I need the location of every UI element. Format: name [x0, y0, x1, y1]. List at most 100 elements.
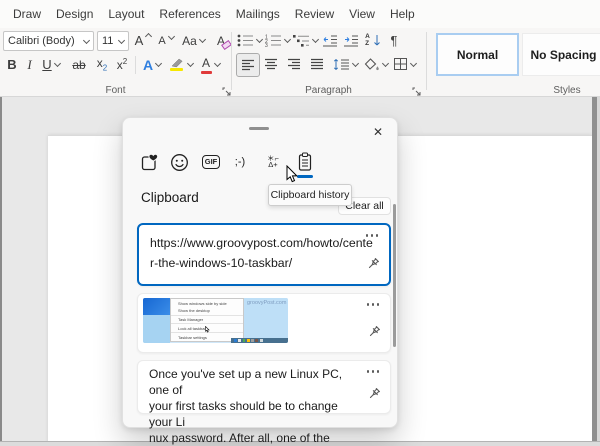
- tab-favorites[interactable]: [139, 149, 163, 175]
- shrink-font-icon: A: [158, 35, 165, 47]
- numbering-icon: 1 2 3: [265, 34, 282, 47]
- multilevel-list-icon: [293, 34, 310, 47]
- font-name-combobox[interactable]: Calibri (Body): [3, 31, 94, 51]
- menu-tab-mailings[interactable]: Mailings: [236, 7, 280, 21]
- font-color-button[interactable]: A: [197, 54, 223, 75]
- tab-kaomoji[interactable]: ;-): [228, 149, 252, 175]
- text-effects-button[interactable]: A: [139, 54, 165, 75]
- pin-icon: [367, 387, 381, 401]
- thumbnail-cursor-icon: [205, 326, 210, 333]
- more-options-button[interactable]: [367, 370, 380, 373]
- strikethrough-button[interactable]: ab: [68, 54, 90, 75]
- text-effects-icon: A: [143, 57, 153, 73]
- menu-tab-layout[interactable]: Layout: [108, 7, 144, 21]
- clipboard-item-text: https://www.groovypost.com/howto/cente r…: [139, 225, 389, 273]
- clipboard-item-url[interactable]: https://www.groovypost.com/howto/cente r…: [137, 223, 391, 286]
- smiley-icon: [170, 153, 189, 172]
- shrink-font-button[interactable]: A: [156, 30, 176, 51]
- thumbnail-window: [143, 298, 170, 315]
- chevron-down-icon: [118, 36, 125, 43]
- tab-emoji[interactable]: [167, 149, 191, 175]
- menu-tab-design[interactable]: Design: [56, 7, 93, 21]
- clipboard-icon: [297, 152, 313, 172]
- drag-handle[interactable]: [249, 127, 269, 130]
- justify-button[interactable]: [306, 53, 328, 75]
- clear-formatting-button[interactable]: A: [209, 30, 233, 51]
- clipboard-item-text-snippet[interactable]: Once you've set up a new Linux PC, one o…: [137, 360, 391, 414]
- subscript-icon: x2: [97, 56, 107, 72]
- caret-down-icon: [168, 33, 175, 40]
- sort-button[interactable]: AZ: [362, 30, 384, 51]
- underline-button[interactable]: U: [38, 54, 64, 75]
- justify-icon: [310, 58, 324, 70]
- font-size-combobox[interactable]: 11: [97, 31, 129, 51]
- font-color-icon: A: [200, 56, 212, 73]
- bullets-icon: [237, 34, 254, 47]
- superscript-button[interactable]: x2: [112, 54, 132, 75]
- subscript-button[interactable]: x2: [92, 54, 112, 75]
- font-group-label: Font: [0, 85, 231, 96]
- shading-button[interactable]: [363, 53, 389, 75]
- separator: [426, 32, 427, 90]
- style-no-spacing[interactable]: No Spacing: [522, 33, 600, 76]
- pin-button[interactable]: [367, 325, 381, 344]
- chevron-down-icon: [214, 60, 221, 67]
- mouse-cursor-icon: [286, 165, 299, 184]
- tab-symbols[interactable]: ＊⌐Δ+: [261, 149, 285, 175]
- pin-button[interactable]: [367, 387, 381, 406]
- kaomoji-icon: ;-): [235, 156, 245, 168]
- decrease-indent-button[interactable]: [320, 30, 340, 51]
- chevron-down-icon: [409, 59, 416, 66]
- menu-tab-help[interactable]: Help: [390, 7, 415, 21]
- popup-scrollbar[interactable]: [393, 204, 396, 347]
- close-button[interactable]: ✕: [369, 123, 387, 141]
- change-case-icon: Aa: [182, 34, 197, 48]
- tooltip: Clipboard history: [268, 184, 352, 206]
- paragraph-dialog-launcher[interactable]: [412, 84, 422, 94]
- decrease-indent-icon: [322, 34, 338, 47]
- thumbnail-watermark: groovyPost.com: [247, 300, 286, 306]
- change-case-button[interactable]: Aa: [180, 30, 207, 51]
- style-no-spacing-label: No Spacing: [530, 48, 596, 62]
- clipboard-item-image[interactable]: Show windows side by side Show the deskt…: [137, 293, 391, 353]
- highlight-color-button[interactable]: [167, 54, 195, 75]
- highlighter-icon: [170, 57, 185, 72]
- line-spacing-button[interactable]: [330, 53, 360, 75]
- sort-icon: AZ: [365, 34, 370, 47]
- chevron-down-icon: [155, 60, 162, 67]
- align-left-button[interactable]: [236, 53, 260, 77]
- style-normal-label: Normal: [457, 48, 498, 62]
- chevron-down-icon: [186, 60, 193, 67]
- bold-button[interactable]: B: [3, 54, 21, 75]
- paint-bucket-icon: [364, 57, 380, 71]
- paragraph-group-label: Paragraph: [231, 85, 426, 96]
- thumbnail-taskbar: [231, 338, 288, 343]
- chevron-down-icon: [311, 36, 318, 43]
- tab-gif[interactable]: GIF: [199, 149, 223, 175]
- align-right-button[interactable]: [283, 53, 305, 75]
- more-options-button[interactable]: [367, 303, 380, 306]
- chevron-down-icon: [199, 36, 206, 43]
- separator: [231, 32, 232, 90]
- italic-button[interactable]: I: [22, 54, 37, 75]
- bullets-button[interactable]: [236, 30, 262, 51]
- increase-indent-button[interactable]: [341, 30, 361, 51]
- align-center-button[interactable]: [260, 53, 282, 75]
- borders-button[interactable]: [391, 53, 417, 75]
- pin-button[interactable]: [366, 257, 380, 276]
- font-name-value: Calibri (Body): [8, 35, 75, 47]
- show-formatting-marks-button[interactable]: ¶: [386, 30, 402, 51]
- style-normal[interactable]: Normal: [436, 33, 519, 76]
- menu-tab-review[interactable]: Review: [295, 7, 334, 21]
- menu-tab-draw[interactable]: Draw: [13, 7, 41, 21]
- styles-group-label: Styles: [537, 85, 597, 96]
- separator: [135, 56, 136, 74]
- clipboard-section-title: Clipboard: [141, 190, 199, 205]
- ribbon-tab-bar: Draw Design Layout References Mailings R…: [0, 0, 600, 28]
- more-options-button[interactable]: [366, 234, 379, 237]
- multilevel-list-button[interactable]: [292, 30, 318, 51]
- numbering-button[interactable]: 1 2 3: [264, 30, 290, 51]
- menu-tab-references[interactable]: References: [159, 7, 220, 21]
- menu-tab-view[interactable]: View: [349, 7, 375, 21]
- grow-font-button[interactable]: A: [132, 30, 154, 51]
